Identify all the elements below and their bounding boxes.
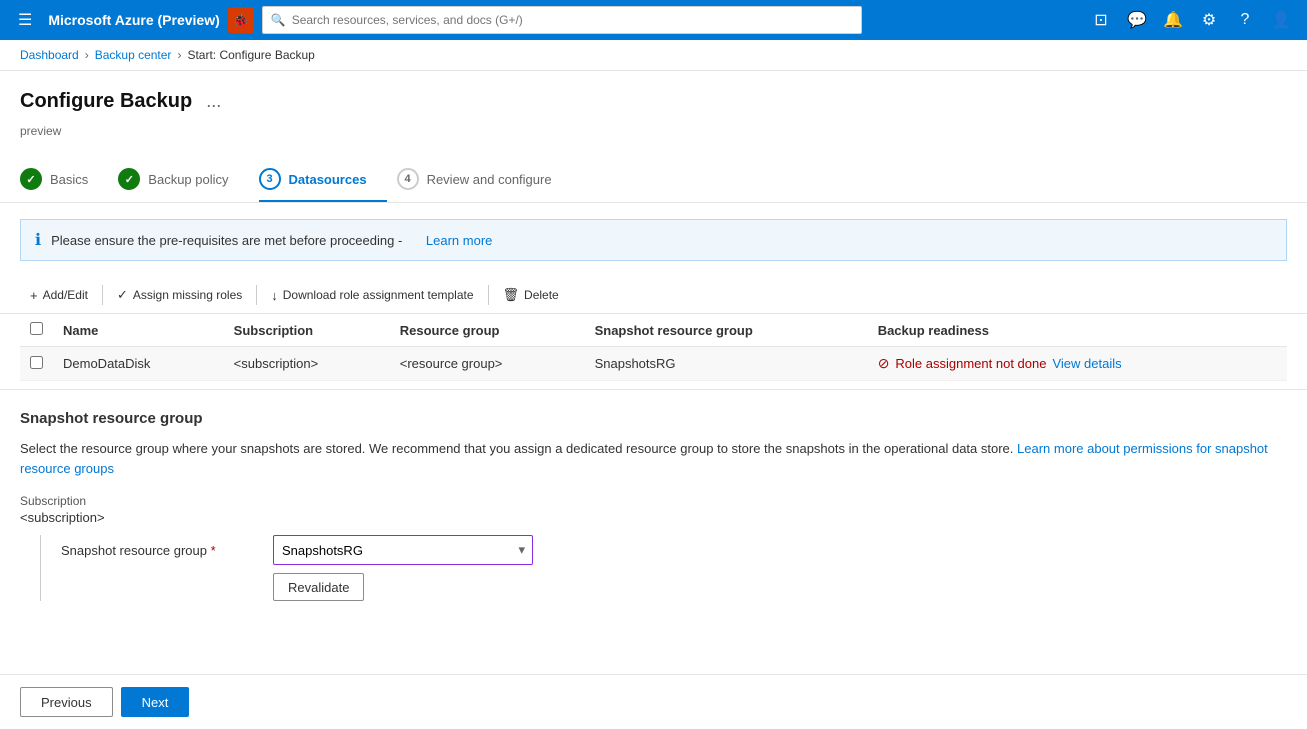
table-row: DemoDataDisk <subscription> <resource gr…: [20, 347, 1287, 381]
search-bar[interactable]: 🔍: [262, 6, 862, 34]
row-checkbox[interactable]: [30, 356, 43, 369]
user-icon[interactable]: 👤: [1265, 4, 1297, 36]
settings-icon[interactable]: ⚙: [1193, 4, 1225, 36]
snapshot-section-title: Snapshot resource group: [20, 410, 1287, 427]
header-name: Name: [53, 314, 224, 347]
page-header: Configure Backup ...: [0, 71, 1307, 124]
delete-icon: 🗑: [503, 287, 520, 303]
page-title: Configure Backup: [20, 90, 192, 113]
toolbar-separator-1: [102, 285, 103, 305]
snapshot-section: Snapshot resource group Select the resou…: [0, 389, 1307, 617]
assign-missing-label: Assign missing roles: [133, 288, 242, 302]
ellipsis-button[interactable]: ...: [202, 87, 225, 116]
view-details-link[interactable]: View details: [1052, 356, 1121, 371]
check-icon: ✓: [117, 287, 128, 303]
step-2-label: Backup policy: [148, 172, 228, 187]
step-review-configure[interactable]: 4 Review and configure: [397, 158, 572, 202]
hamburger-menu[interactable]: ☰: [10, 6, 40, 34]
step-4-circle: 4: [397, 168, 419, 190]
wizard-steps: ✓ Basics ✓ Backup policy 3 Datasources 4…: [0, 150, 1307, 203]
row-resource-group: <resource group>: [390, 347, 585, 381]
bug-icon: 🐞: [228, 7, 254, 33]
status-badge: ⊘ Role assignment not done View details: [878, 355, 1277, 372]
add-edit-label: Add/Edit: [43, 288, 88, 302]
revalidate-button[interactable]: Revalidate: [273, 573, 364, 601]
breadcrumb-dashboard[interactable]: Dashboard: [20, 48, 79, 62]
row-subscription: <subscription>: [224, 347, 390, 381]
main-content: Configure Backup ... preview ✓ Basics ✓ …: [0, 71, 1307, 727]
readiness-text: Role assignment not done: [895, 356, 1046, 371]
add-icon: +: [30, 288, 38, 303]
subscription-value: <subscription>: [20, 510, 1287, 525]
header-backup-readiness: Backup readiness: [868, 314, 1287, 347]
row-checkbox-cell: [20, 347, 53, 381]
terminal-icon[interactable]: ⊡: [1085, 4, 1117, 36]
delete-label: Delete: [524, 288, 559, 302]
info-icon: ℹ: [35, 230, 41, 250]
table-header-row: Name Subscription Resource group Snapsho…: [20, 314, 1287, 347]
previous-button[interactable]: Previous: [20, 687, 113, 717]
row-name: DemoDataDisk: [53, 347, 224, 381]
breadcrumb-separator-1: ›: [85, 48, 89, 62]
step-1-circle: ✓: [20, 168, 42, 190]
toolbar-separator-3: [488, 285, 489, 305]
help-icon[interactable]: ?: [1229, 4, 1261, 36]
add-edit-button[interactable]: + Add/Edit: [20, 284, 98, 307]
app-name: Microsoft Azure (Preview): [48, 12, 219, 28]
step-basics[interactable]: ✓ Basics: [20, 158, 108, 202]
search-input[interactable]: [292, 13, 853, 27]
snapshot-rg-dropdown-wrapper: SnapshotsRG ▾: [273, 535, 533, 565]
breadcrumb-current: Start: Configure Backup: [187, 48, 314, 62]
header-resource-group: Resource group: [390, 314, 585, 347]
feedback-icon[interactable]: 💬: [1121, 4, 1153, 36]
breadcrumb-separator-2: ›: [177, 48, 181, 62]
row-backup-readiness: ⊘ Role assignment not done View details: [868, 347, 1287, 381]
snapshot-rg-form-row: Snapshot resource group * SnapshotsRG ▾: [61, 535, 1287, 565]
row-snapshot-rg: SnapshotsRG: [585, 347, 868, 381]
header-subscription: Subscription: [224, 314, 390, 347]
breadcrumb-backup-center[interactable]: Backup center: [95, 48, 172, 62]
snapshot-description: Select the resource group where your sna…: [20, 439, 1287, 478]
step-3-circle: 3: [259, 168, 281, 190]
step-backup-policy[interactable]: ✓ Backup policy: [118, 158, 248, 202]
assign-missing-button[interactable]: ✓ Assign missing roles: [107, 283, 252, 307]
download-icon: ↓: [271, 288, 278, 303]
toolbar: + Add/Edit ✓ Assign missing roles ↓ Down…: [0, 277, 1307, 314]
learn-more-link[interactable]: Learn more: [426, 233, 492, 248]
snapshot-rg-label: Snapshot resource group *: [61, 543, 261, 558]
nav-icons: ⊡ 💬 🔔 ⚙ ? 👤: [1085, 4, 1297, 36]
footer: Previous Next: [0, 674, 1307, 729]
snapshot-rg-select[interactable]: SnapshotsRG: [273, 535, 533, 565]
subscription-label: Subscription: [20, 494, 1287, 508]
download-template-button[interactable]: ↓ Download role assignment template: [261, 284, 483, 307]
step-datasources[interactable]: 3 Datasources: [259, 158, 387, 202]
top-navigation: ☰ Microsoft Azure (Preview) 🐞 🔍 ⊡ 💬 🔔 ⚙ …: [0, 0, 1307, 40]
info-banner: ℹ Please ensure the pre-requisites are m…: [20, 219, 1287, 261]
snapshot-desc-text: Select the resource group where your sna…: [20, 441, 1013, 456]
step-3-label: Datasources: [289, 172, 367, 187]
error-icon: ⊘: [878, 355, 890, 372]
delete-button[interactable]: 🗑 Delete: [493, 283, 569, 307]
breadcrumb: Dashboard › Backup center › Start: Confi…: [0, 40, 1307, 71]
step-1-label: Basics: [50, 172, 88, 187]
header-checkbox-cell: [20, 314, 53, 347]
info-text: Please ensure the pre-requisites are met…: [51, 233, 402, 248]
select-all-checkbox[interactable]: [30, 322, 43, 335]
step-2-circle: ✓: [118, 168, 140, 190]
toolbar-separator-2: [256, 285, 257, 305]
notifications-icon[interactable]: 🔔: [1157, 4, 1189, 36]
header-snapshot-rg: Snapshot resource group: [585, 314, 868, 347]
download-label: Download role assignment template: [283, 288, 474, 302]
subscription-subsection: Subscription <subscription> Snapshot res…: [20, 494, 1287, 601]
datasources-table: Name Subscription Resource group Snapsho…: [20, 314, 1287, 381]
table-container: Name Subscription Resource group Snapsho…: [0, 314, 1307, 381]
required-marker: *: [211, 543, 216, 558]
next-button[interactable]: Next: [121, 687, 190, 717]
page-subtitle: preview: [0, 124, 1307, 150]
step-4-label: Review and configure: [427, 172, 552, 187]
